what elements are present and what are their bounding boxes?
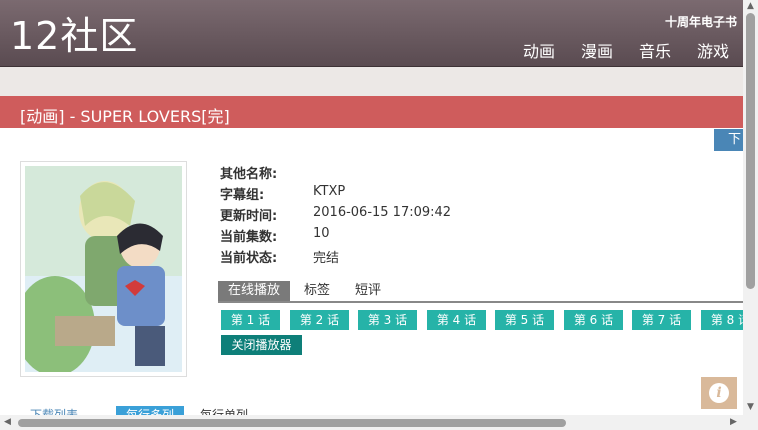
horizontal-scroll-thumb[interactable] <box>18 419 566 427</box>
info-label: 字幕组: <box>220 188 265 203</box>
nav-music[interactable]: 音乐 <box>639 38 671 62</box>
episode-button[interactable]: 第 5 话 <box>495 310 554 330</box>
episode-button[interactable]: 第 1 话 <box>221 310 280 330</box>
scroll-down-icon[interactable]: ▼ <box>747 402 754 412</box>
page-title: [动画] - SUPER LOVERS[完] <box>20 107 230 126</box>
nav-anime[interactable]: 动画 <box>523 38 555 62</box>
scroll-right-icon[interactable]: ▶ <box>730 417 737 427</box>
promo-link[interactable]: 十周年电子书 <box>665 13 737 30</box>
nav-manga[interactable]: 漫画 <box>581 38 613 62</box>
episode-button[interactable]: 第 3 话 <box>358 310 417 330</box>
horizontal-scrollbar[interactable]: ◀ ▶ <box>0 415 743 430</box>
episode-button[interactable]: 第 4 话 <box>427 310 486 330</box>
nav-games[interactable]: 游戏 <box>697 38 729 62</box>
episode-button[interactable]: 第 8 话 <box>701 310 743 330</box>
player-tabs: 在线播放 标签 短评 <box>218 281 743 303</box>
site-header: 12社区 十周年电子书 动画 漫画 音乐 游戏 <box>0 0 743 66</box>
vertical-scroll-thumb[interactable] <box>746 13 755 289</box>
episode-list: 第 1 话 第 2 话 第 3 话 第 4 话 第 5 话 第 6 话 第 7 … <box>221 310 743 330</box>
info-label: 当前集数: <box>220 230 278 245</box>
scroll-left-icon[interactable]: ◀ <box>4 417 11 427</box>
info-icon: i <box>709 383 729 403</box>
tab-online-play[interactable]: 在线播放 <box>218 281 291 301</box>
scroll-up-icon[interactable]: ▲ <box>747 1 754 11</box>
close-player-button[interactable]: 关闭播放器 <box>221 335 302 355</box>
tab-tags[interactable]: 标签 <box>294 281 340 301</box>
info-value: 2016-06-15 17:09:42 <box>313 205 452 220</box>
tab-comments[interactable]: 短评 <box>345 281 391 301</box>
header-band <box>0 66 743 97</box>
info-value: KTXP <box>313 184 346 199</box>
cover-image <box>20 161 187 377</box>
episode-button[interactable]: 第 7 话 <box>632 310 691 330</box>
cover-illustration <box>25 166 182 372</box>
episode-button[interactable]: 第 2 话 <box>290 310 349 330</box>
episode-button[interactable]: 第 6 话 <box>564 310 623 330</box>
vertical-scrollbar[interactable]: ▲ ▼ <box>743 0 758 430</box>
info-button[interactable]: i <box>701 377 737 409</box>
info-label: 当前状态: <box>220 251 278 266</box>
info-label: 其他名称: <box>220 167 278 182</box>
site-logo[interactable]: 12社区 <box>10 12 138 60</box>
download-button[interactable]: 下 <box>714 129 743 151</box>
title-bar: [动画] - SUPER LOVERS[完] <box>0 96 743 128</box>
info-value: 10 <box>313 226 330 241</box>
main-nav: 动画 漫画 音乐 游戏 <box>523 38 729 62</box>
info-value: 完结 <box>313 251 340 266</box>
info-label: 更新时间: <box>220 209 278 224</box>
